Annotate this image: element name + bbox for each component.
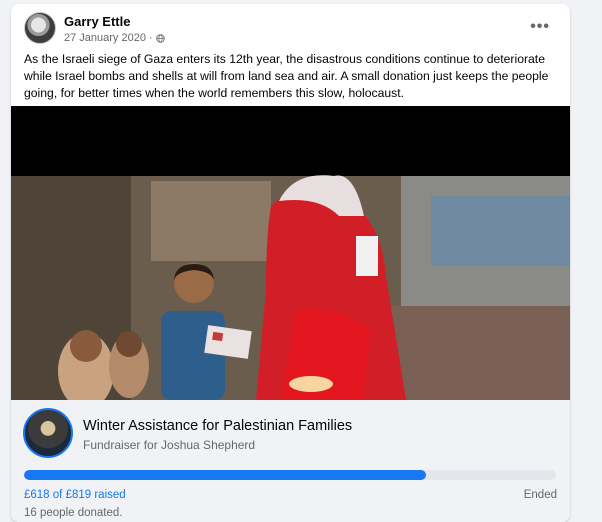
meta-separator: · xyxy=(148,32,153,44)
fundraiser-status: Ended xyxy=(523,489,557,501)
post-card: Garry Ettle 27 January 2020 · ••• As the… xyxy=(11,4,570,522)
post-photo[interactable] xyxy=(11,106,570,400)
post-header: Garry Ettle 27 January 2020 · ••• xyxy=(24,12,560,52)
donor-count[interactable]: 16 people donated. xyxy=(24,507,122,519)
raised-amount: £618 of £819 raised xyxy=(24,489,126,501)
post-date[interactable]: 27 January 2020 xyxy=(64,32,146,44)
fundraiser-subtitle: Fundraiser for Joshua Shepherd xyxy=(83,438,256,452)
fundraiser-progress-bar xyxy=(24,470,556,480)
post-text: As the Israeli siege of Gaza enters its … xyxy=(24,52,549,100)
author-avatar[interactable] xyxy=(24,12,56,44)
globe-icon[interactable] xyxy=(155,33,165,43)
fundraiser-title[interactable]: Winter Assistance for Palestinian Famili… xyxy=(83,418,352,434)
fundraiser-avatar[interactable] xyxy=(23,408,73,458)
author-name[interactable]: Garry Ettle xyxy=(64,14,130,29)
photo-illustration xyxy=(11,106,570,400)
fundraiser-panel[interactable]: Winter Assistance for Palestinian Famili… xyxy=(11,400,570,522)
post-meta: 27 January 2020 · xyxy=(64,32,165,44)
more-options-icon[interactable]: ••• xyxy=(530,18,550,36)
fundraiser-progress-fill xyxy=(24,470,426,480)
